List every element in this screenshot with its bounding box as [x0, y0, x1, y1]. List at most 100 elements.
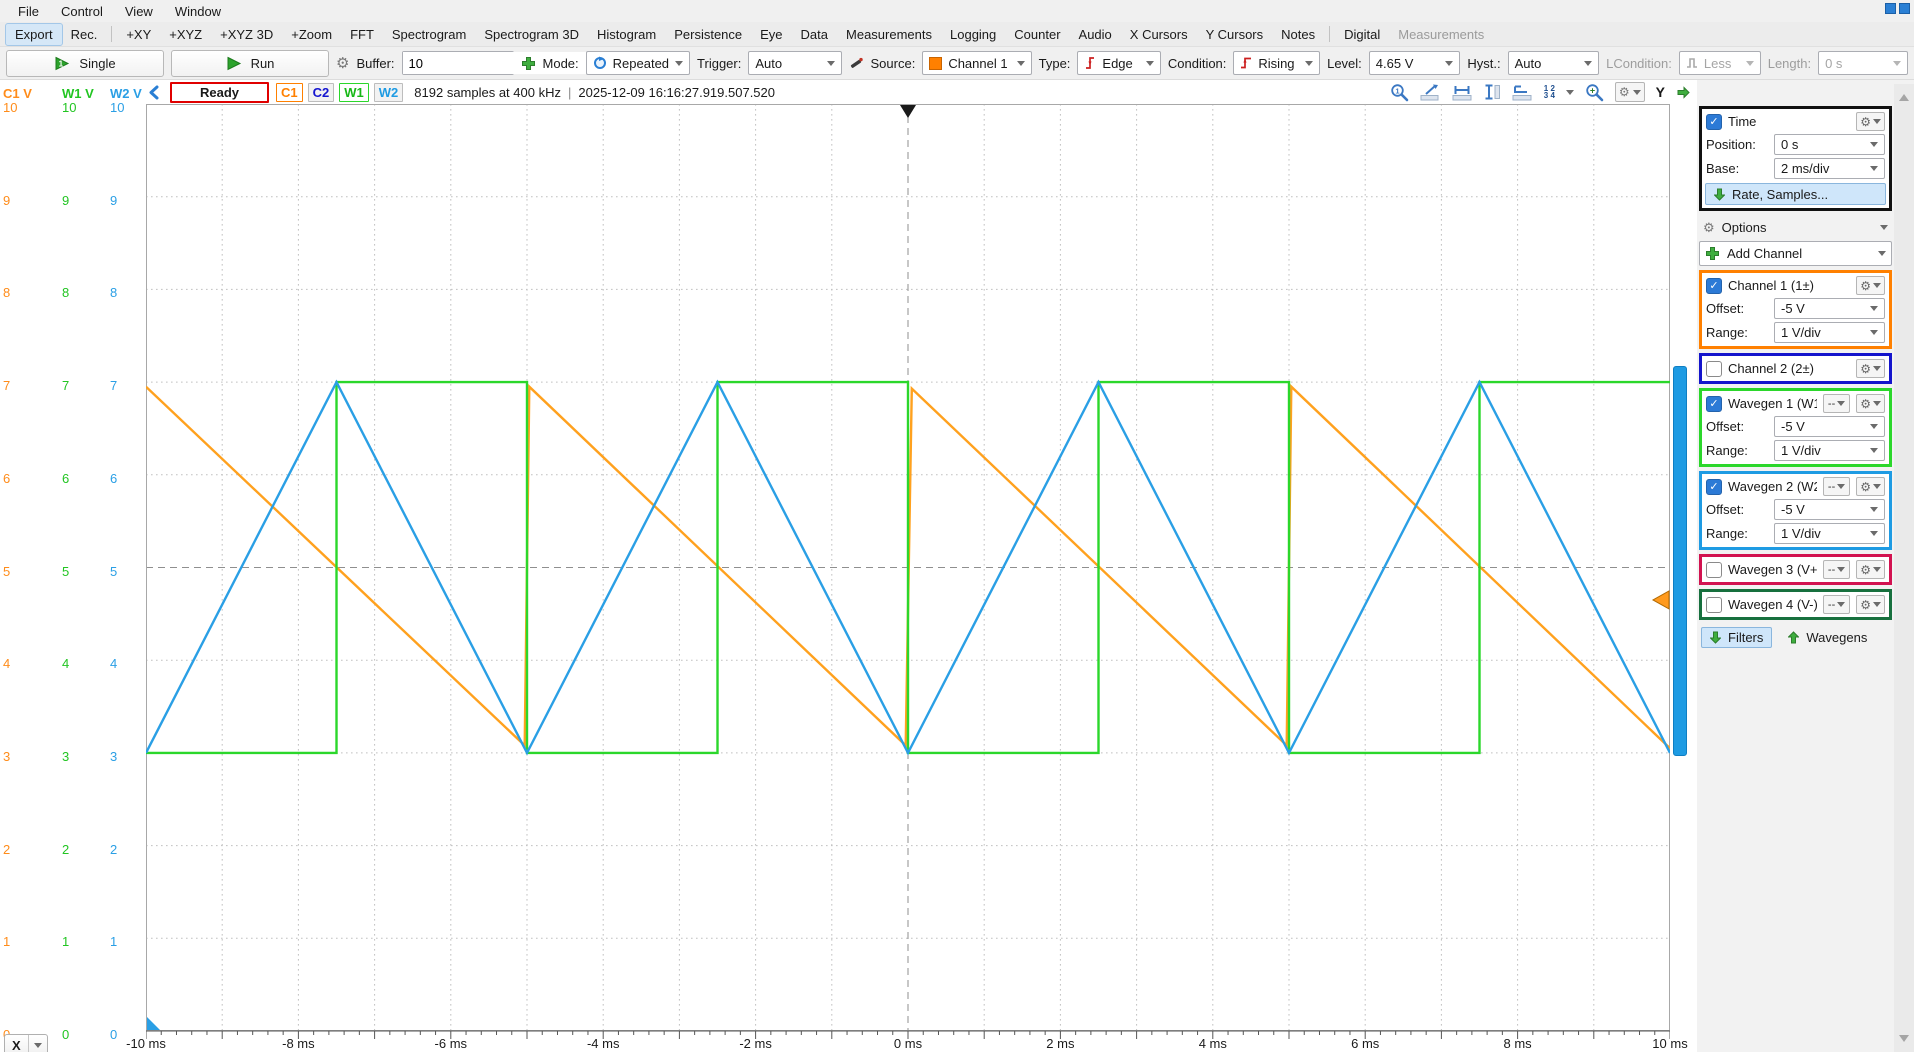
dock-window-icon[interactable] — [1885, 3, 1896, 14]
rate-samples-button[interactable]: Rate, Samples... — [1705, 183, 1886, 205]
tab-spectrogram[interactable]: Spectrogram — [383, 24, 475, 45]
tab-fft[interactable]: FFT — [341, 24, 383, 45]
condition-select[interactable]: Rising — [1233, 51, 1320, 75]
tab-zoom[interactable]: +Zoom — [282, 24, 341, 45]
measure-vertical-icon[interactable] — [1484, 83, 1501, 101]
measure-horizontal-icon[interactable] — [1452, 84, 1473, 101]
menubar: FileControlViewWindow — [0, 0, 1914, 22]
collapse-panel-icon[interactable] — [148, 85, 159, 100]
chevron-down-icon — [1873, 602, 1881, 607]
channel-gear-button[interactable]: ⚙ — [1856, 276, 1885, 295]
add-mode-icon[interactable] — [521, 56, 536, 71]
base-select[interactable]: 2 ms/div — [1774, 158, 1885, 179]
measure-edge-icon[interactable] — [1512, 84, 1533, 101]
tab-y-cursors[interactable]: Y Cursors — [1197, 24, 1273, 45]
tab-spectrogram-3d[interactable]: Spectrogram 3D — [475, 24, 588, 45]
wave-select-button[interactable]: -- — [1823, 595, 1850, 614]
channel-gear-button[interactable]: ⚙ — [1856, 477, 1885, 496]
tab-histogram[interactable]: Histogram — [588, 24, 665, 45]
tab-rec[interactable]: Rec. — [62, 24, 107, 45]
plot-gear-button[interactable]: ⚙ — [1615, 82, 1645, 102]
tab-data[interactable]: Data — [792, 24, 837, 45]
tab-digital[interactable]: Digital — [1335, 24, 1389, 45]
enable-checkbox-wavegen-2-w2[interactable]: ✓ — [1706, 479, 1722, 495]
range-select[interactable]: 1 V/div — [1774, 322, 1885, 343]
tab-xy[interactable]: +XY — [117, 24, 160, 45]
zoom-in-icon[interactable]: + — [1585, 83, 1604, 102]
menu-file[interactable]: File — [8, 2, 49, 21]
wave-select-button[interactable]: -- — [1823, 477, 1850, 496]
position-select[interactable]: 0 s — [1774, 134, 1885, 155]
panel-scrollbar[interactable] — [1894, 84, 1914, 1052]
y-axis-button[interactable]: Y — [1656, 84, 1665, 100]
trigger-position-marker[interactable] — [900, 105, 916, 118]
mode-select[interactable]: Repeated — [586, 51, 690, 75]
source-select[interactable]: Channel 1 — [922, 51, 1031, 75]
x-tick-label: -8 ms — [282, 1036, 315, 1051]
offset-select[interactable]: -5 V — [1774, 499, 1885, 520]
range-select[interactable]: 1 V/div — [1774, 523, 1885, 544]
tab-eye[interactable]: Eye — [751, 24, 791, 45]
zoom-fit-icon[interactable]: 1 — [1390, 83, 1409, 102]
plot-options-chevron-icon[interactable] — [1566, 90, 1574, 95]
x-axis-selector[interactable]: X — [4, 1034, 48, 1052]
wavegens-button[interactable]: Wavegens — [1784, 628, 1871, 647]
tab-logging[interactable]: Logging — [941, 24, 1005, 45]
next-channel-arrow-icon[interactable] — [1676, 86, 1691, 99]
trigger-select[interactable]: Auto — [748, 51, 841, 75]
offset-select[interactable]: -5 V — [1774, 298, 1885, 319]
enable-checkbox-channel-2-2[interactable] — [1706, 361, 1722, 377]
channel-badge-c1[interactable]: C1 — [276, 83, 303, 102]
single-button[interactable]: 1 Single — [6, 50, 164, 77]
float-window-icon[interactable] — [1899, 3, 1910, 14]
options-dropdown[interactable]: ⚙ Options — [1697, 215, 1894, 240]
level-select[interactable]: 4.65 V — [1369, 51, 1461, 75]
tab-x-cursors[interactable]: X Cursors — [1121, 24, 1197, 45]
time-gear-button[interactable]: ⚙ — [1856, 112, 1885, 131]
time-checkbox[interactable]: ✓ — [1706, 114, 1722, 130]
enable-checkbox-wavegen-1-w1[interactable]: ✓ — [1706, 396, 1722, 412]
channel-gear-button[interactable]: ⚙ — [1856, 394, 1885, 413]
section-channel-1-1: ✓Channel 1 (1±)⚙Offset:-5 VRange:1 V/div — [1699, 270, 1892, 349]
channel-badge-w2[interactable]: W2 — [374, 83, 404, 102]
tab-persistence[interactable]: Persistence — [665, 24, 751, 45]
scroll-down-icon[interactable] — [1899, 1035, 1909, 1042]
tab-audio[interactable]: Audio — [1070, 24, 1121, 45]
channel-gear-button[interactable]: ⚙ — [1856, 560, 1885, 579]
waveform-plot[interactable] — [146, 104, 1670, 1052]
buffer-gear-icon[interactable]: ⚙ — [336, 56, 349, 71]
channel-gear-button[interactable]: ⚙ — [1856, 359, 1885, 378]
channel-badge-c2[interactable]: C2 — [308, 83, 335, 102]
hysteresis-select[interactable]: Auto — [1508, 51, 1600, 75]
type-select[interactable]: Edge — [1077, 51, 1160, 75]
scroll-up-icon[interactable] — [1899, 94, 1909, 101]
measure-pointer-icon[interactable] — [1420, 84, 1441, 101]
tab-measurements[interactable]: Measurements — [837, 24, 941, 45]
wave-select-button[interactable]: -- — [1823, 394, 1850, 413]
tab-counter[interactable]: Counter — [1005, 24, 1069, 45]
run-button[interactable]: Run — [171, 50, 329, 77]
range-select[interactable]: 1 V/div — [1774, 440, 1885, 461]
filters-button[interactable]: Filters — [1701, 627, 1772, 648]
enable-checkbox-wavegen-4-v[interactable] — [1706, 597, 1722, 613]
vertical-position-scrollbar[interactable] — [1673, 366, 1687, 756]
menu-control[interactable]: Control — [51, 2, 113, 21]
y-tick-label: 4 — [62, 656, 102, 671]
trigger-source-icon[interactable] — [849, 56, 864, 71]
tab-xyz[interactable]: +XYZ — [160, 24, 211, 45]
add-channel-button[interactable]: Add Channel — [1699, 241, 1892, 266]
channel-badge-w1[interactable]: W1 — [339, 83, 369, 102]
trigger-level-marker[interactable] — [1653, 591, 1669, 609]
menu-window[interactable]: Window — [165, 2, 231, 21]
channel-gear-button[interactable]: ⚙ — [1856, 595, 1885, 614]
tab-notes[interactable]: Notes — [1272, 24, 1324, 45]
wave-select-button[interactable]: -- — [1823, 560, 1850, 579]
wavegen2-position-marker[interactable] — [147, 1017, 160, 1030]
enable-checkbox-wavegen-3-v[interactable] — [1706, 562, 1722, 578]
menu-view[interactable]: View — [115, 2, 163, 21]
tab-export[interactable]: Export — [6, 24, 62, 45]
tab-xyz-3d[interactable]: +XYZ 3D — [211, 24, 282, 45]
enable-checkbox-channel-1-1[interactable]: ✓ — [1706, 278, 1722, 294]
offset-select[interactable]: -5 V — [1774, 416, 1885, 437]
quad-view-icon[interactable]: 1 23 4 — [1544, 85, 1555, 99]
